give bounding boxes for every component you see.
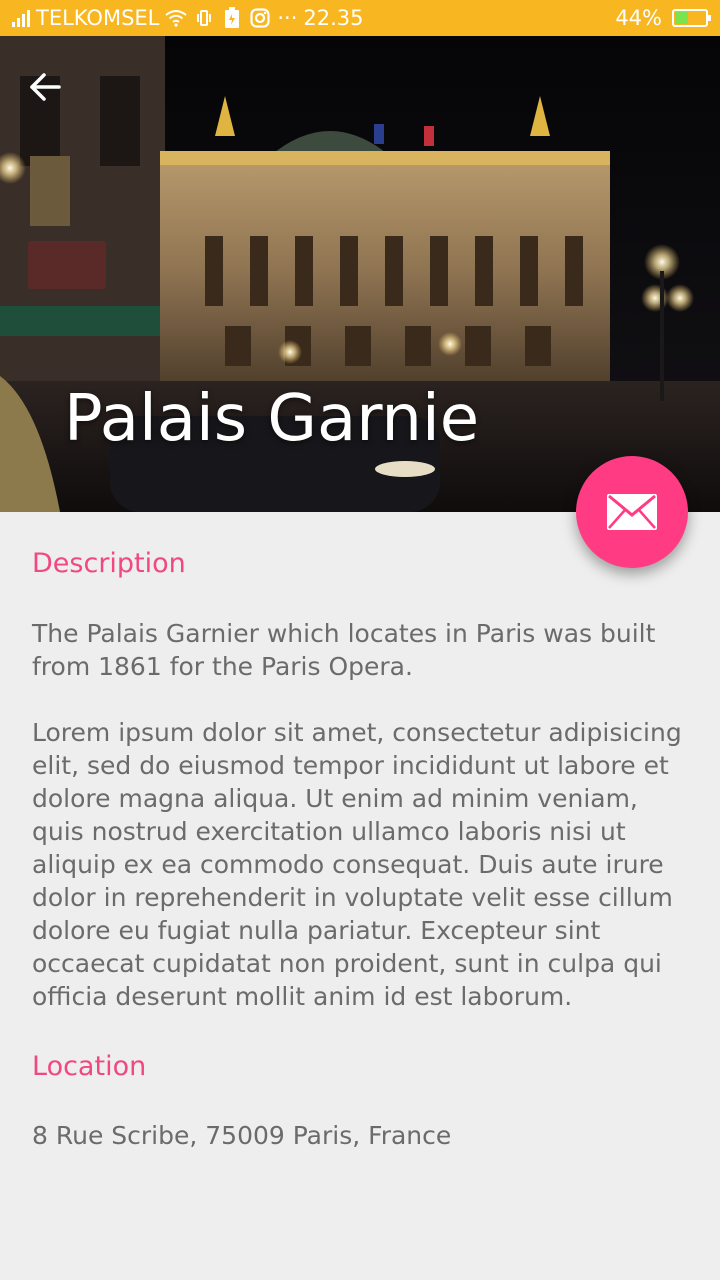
- battery-level-fill: [675, 12, 689, 24]
- instagram-icon: [249, 7, 271, 29]
- page-title: Palais Garnie: [64, 382, 480, 456]
- description-heading: Description: [32, 548, 186, 579]
- vibrate-icon: [193, 7, 215, 29]
- hero-header: Palais Garnie: [0, 36, 720, 512]
- arrow-left-icon: [30, 73, 61, 101]
- email-fab-button[interactable]: [576, 456, 688, 568]
- clock: 22.35: [303, 6, 364, 30]
- carrier-name: TELKOMSEL: [36, 6, 160, 30]
- battery-percent: 44%: [615, 6, 662, 30]
- status-bar: TELKOMSEL ··· 22.35 44%: [0, 0, 720, 36]
- signal-icon: [12, 9, 30, 27]
- more-notifications-indicator: ···: [277, 6, 298, 30]
- location-address: 8 Rue Scribe, 75009 Paris, France: [32, 1121, 452, 1150]
- description-intro: The Palais Garnier which locates in Pari…: [32, 619, 656, 681]
- location-heading: Location: [32, 1051, 147, 1082]
- battery-saver-icon: [221, 7, 243, 29]
- email-icon: [607, 494, 657, 530]
- description-body: Lorem ipsum dolor sit amet, consectetur …: [32, 718, 682, 1011]
- battery-icon: [672, 9, 711, 27]
- wifi-icon: [165, 7, 187, 29]
- back-button[interactable]: [28, 72, 84, 128]
